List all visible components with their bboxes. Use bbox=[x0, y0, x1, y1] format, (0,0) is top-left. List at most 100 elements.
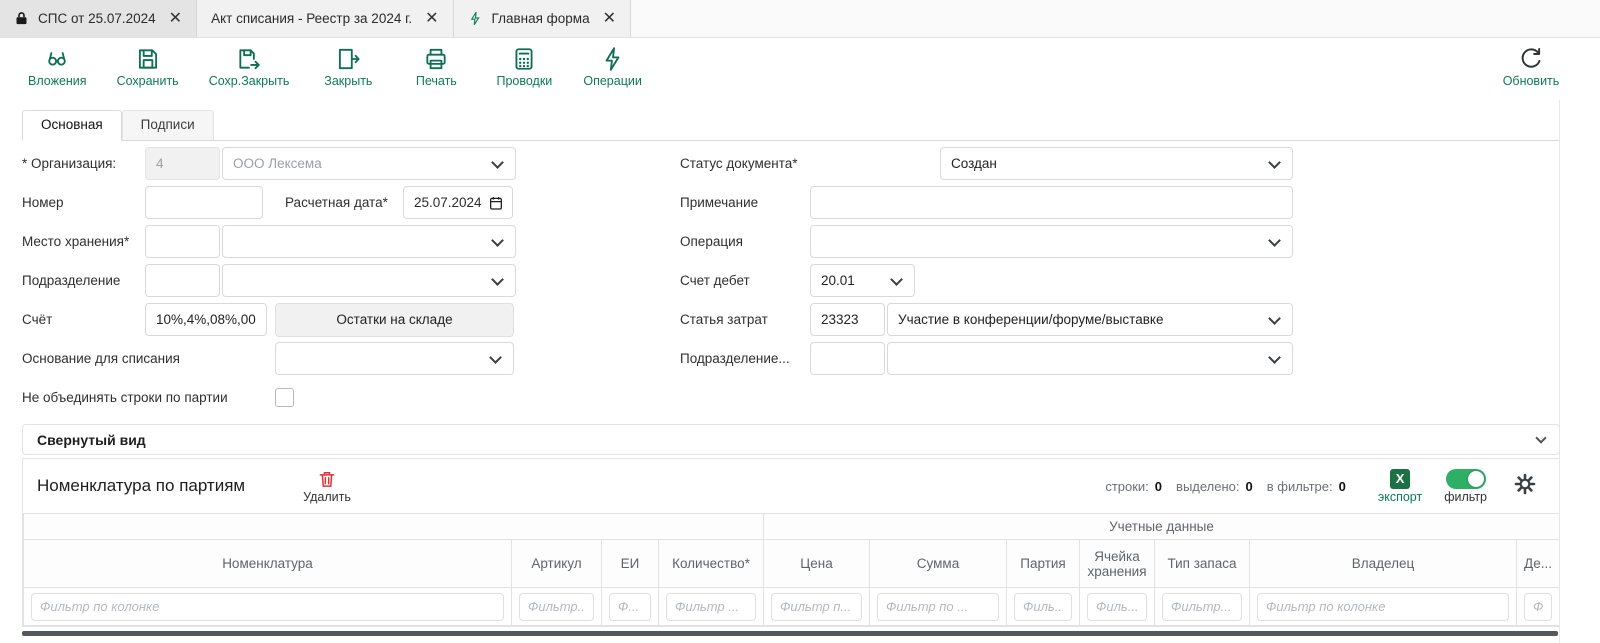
operation-select[interactable] bbox=[810, 225, 1293, 258]
calendar-icon bbox=[488, 195, 504, 211]
status-label: Статус документа* bbox=[680, 156, 940, 171]
postings-button[interactable]: Проводки bbox=[495, 46, 553, 88]
window-tab-register[interactable]: Акт списания - Реестр за 2024 г. ✕ bbox=[197, 0, 453, 37]
toolbar-label: Операции bbox=[583, 74, 641, 88]
status-select[interactable]: Создан bbox=[940, 147, 1293, 180]
document-form-area: Основная Подписи * Организация: ООО Лекс… bbox=[0, 100, 1560, 643]
stock-balance-button[interactable]: Остатки на складе bbox=[275, 303, 514, 337]
column-header[interactable]: Цена bbox=[764, 540, 870, 588]
operations-button[interactable]: Операции bbox=[583, 46, 641, 88]
delete-row-button[interactable]: Удалить bbox=[303, 469, 351, 504]
column-filter-input[interactable] bbox=[31, 593, 504, 621]
no-merge-label: Не объединять строки по партии bbox=[22, 390, 275, 405]
column-filter-input[interactable] bbox=[1014, 593, 1072, 621]
column-filter-input[interactable] bbox=[1524, 593, 1552, 621]
number-field[interactable] bbox=[145, 186, 263, 219]
department2-select[interactable] bbox=[887, 342, 1293, 375]
calc-date-label: Расчетная дата* bbox=[285, 195, 403, 210]
lock-icon bbox=[14, 11, 29, 26]
column-filter-input[interactable] bbox=[1162, 593, 1242, 621]
account-field[interactable] bbox=[145, 303, 267, 336]
form-fields: * Организация: ООО Лексема Номер Расчетн… bbox=[0, 141, 1559, 420]
column-filter-input[interactable] bbox=[1257, 593, 1509, 621]
department-code-field[interactable] bbox=[145, 264, 220, 297]
column-header[interactable]: Владелец bbox=[1250, 540, 1517, 588]
form-left-column: * Организация: ООО Лексема Номер Расчетн… bbox=[22, 147, 680, 420]
export-excel-button[interactable]: X экспорт bbox=[1378, 469, 1422, 504]
department2-label: Подразделение... bbox=[680, 351, 810, 366]
filter-toggle-label: фильтр bbox=[1444, 490, 1487, 504]
window-tab-bar: СПС от 25.07.2024 ✕ Акт списания - Реест… bbox=[0, 0, 1600, 38]
items-table: Учетные данные Номенклатура Артикул ЕИ К… bbox=[23, 513, 1560, 626]
excel-icon: X bbox=[1390, 469, 1410, 489]
operation-label: Операция bbox=[680, 234, 810, 249]
collapsed-view-bar[interactable]: Свернутый вид bbox=[22, 424, 1560, 455]
window-tab-main-form[interactable]: Главная форма ✕ bbox=[454, 0, 631, 37]
selected-label: выделено: bbox=[1176, 479, 1239, 494]
column-header[interactable]: Де... bbox=[1517, 540, 1560, 588]
toolbar-label: Обновить bbox=[1503, 74, 1560, 88]
close-tab-icon[interactable]: ✕ bbox=[425, 11, 438, 27]
window-tab-label: СПС от 25.07.2024 bbox=[38, 11, 156, 26]
storage-select[interactable] bbox=[222, 225, 516, 258]
save-button[interactable]: Сохранить bbox=[117, 46, 179, 88]
writeoff-reason-select[interactable] bbox=[275, 342, 514, 375]
close-tab-icon[interactable]: ✕ bbox=[603, 11, 616, 27]
debit-account-select[interactable]: 20.01 bbox=[810, 264, 915, 297]
toolbar-left: Вложения Сохранить Сохр.Закрыть Закрыть … bbox=[28, 46, 642, 88]
column-header[interactable]: Сумма bbox=[870, 540, 1007, 588]
toggle-on-icon[interactable] bbox=[1446, 469, 1486, 489]
filtered-label: в фильтре: bbox=[1267, 479, 1333, 494]
grid-settings-button[interactable] bbox=[1513, 472, 1537, 501]
export-label: экспорт bbox=[1378, 490, 1422, 504]
collapsed-view-label: Свернутый вид bbox=[37, 432, 146, 448]
horizontal-scrollbar[interactable] bbox=[22, 631, 1558, 636]
window-tab-label: Главная форма bbox=[492, 11, 590, 26]
storage-label: Место хранения* bbox=[22, 234, 145, 249]
column-header[interactable]: Номенклатура bbox=[24, 540, 512, 588]
note-label: Примечание bbox=[680, 195, 810, 210]
window-tab-document[interactable]: СПС от 25.07.2024 ✕ bbox=[0, 0, 197, 37]
column-filter-input[interactable] bbox=[1087, 593, 1147, 621]
column-header[interactable]: ЕИ bbox=[602, 540, 659, 588]
debit-account-label: Счет дебет bbox=[680, 273, 810, 288]
close-icon bbox=[335, 46, 361, 72]
column-filter-input[interactable] bbox=[519, 593, 594, 621]
gear-icon bbox=[1513, 472, 1537, 496]
lightning-icon bbox=[468, 11, 483, 26]
toolbar-label: Вложения bbox=[28, 74, 87, 88]
column-filter-input[interactable] bbox=[771, 593, 862, 621]
organization-code-field[interactable] bbox=[145, 147, 220, 180]
no-merge-checkbox[interactable] bbox=[275, 388, 294, 407]
cost-item-select[interactable]: Участие в конференции/форуме/выставке bbox=[887, 303, 1293, 336]
column-header[interactable]: Тип запаса bbox=[1155, 540, 1250, 588]
form-tab-strip: Основная Подписи bbox=[22, 110, 1560, 141]
toolbar-label: Закрыть bbox=[324, 74, 372, 88]
save-close-button[interactable]: Сохр.Закрыть bbox=[209, 46, 290, 88]
tab-main[interactable]: Основная bbox=[22, 110, 122, 141]
column-filter-input[interactable] bbox=[877, 593, 999, 621]
column-header[interactable]: Артикул bbox=[512, 540, 602, 588]
column-filter-input[interactable] bbox=[609, 593, 651, 621]
column-header[interactable]: Ячейка хранения bbox=[1080, 540, 1155, 588]
column-filter-input[interactable] bbox=[666, 593, 756, 621]
cost-item-code-field[interactable] bbox=[810, 303, 885, 336]
note-field[interactable] bbox=[810, 186, 1293, 219]
column-header-row: Номенклатура Артикул ЕИ Количество* Цена… bbox=[24, 540, 1560, 588]
organization-select[interactable]: ООО Лексема bbox=[222, 147, 516, 180]
tab-signatures[interactable]: Подписи bbox=[122, 110, 214, 140]
calc-date-field[interactable]: 25.07.2024 bbox=[403, 186, 513, 219]
group-header-accounting: Учетные данные bbox=[764, 514, 1560, 540]
filter-toggle[interactable]: фильтр bbox=[1444, 469, 1487, 504]
department2-code-field[interactable] bbox=[810, 342, 885, 375]
storage-code-field[interactable] bbox=[145, 225, 220, 258]
attachments-button[interactable]: Вложения bbox=[28, 46, 87, 88]
department-select[interactable] bbox=[222, 264, 516, 297]
close-button[interactable]: Закрыть bbox=[319, 46, 377, 88]
column-header[interactable]: Количество* bbox=[659, 540, 764, 588]
column-header[interactable]: Партия bbox=[1007, 540, 1080, 588]
refresh-button[interactable]: Обновить bbox=[1502, 46, 1560, 88]
print-button[interactable]: Печать bbox=[407, 46, 465, 88]
refresh-icon bbox=[1518, 46, 1544, 72]
close-tab-icon[interactable]: ✕ bbox=[169, 11, 182, 27]
